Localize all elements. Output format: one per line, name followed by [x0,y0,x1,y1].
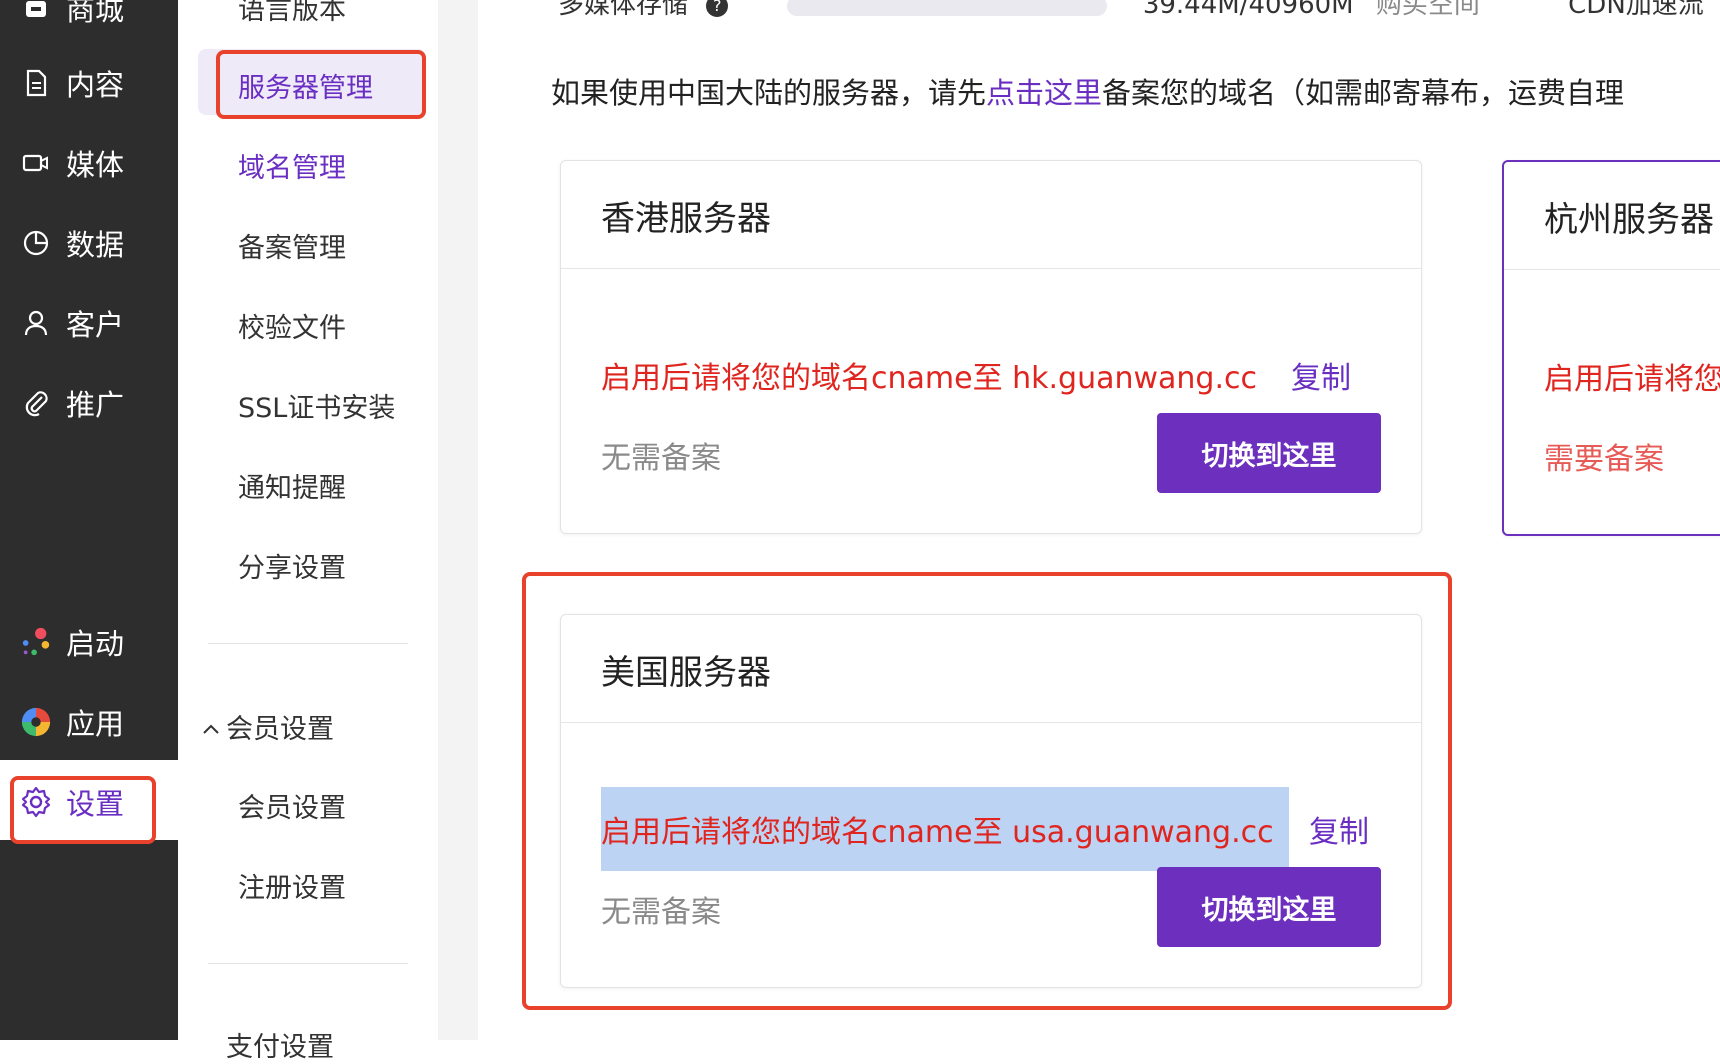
nav-item-customer[interactable]: 客户 [0,293,178,353]
nav-label: 设置 [66,787,125,821]
server-card-hongkong: 香港服务器 启用后请将您的域名cname至 hk.guanwang.cc 复制 … [560,160,1422,534]
filing-status: 无需备案 [601,895,721,930]
settings-submenu: 语言版本 服务器管理 域名管理 备案管理 校验文件 SSL证书安装 通知提醒 分… [178,0,438,1063]
menu-item-icp-filing[interactable]: 备案管理 [238,226,346,265]
nav-label: 推广 [66,388,125,422]
group-label: 支付设置 [226,1032,334,1063]
nav-item-promotion[interactable]: 推广 [0,373,178,433]
cdn-label: CDN加速流 [1568,0,1704,20]
cname-instruction: 启用后请将您的域名cname至 hk.guanwang.cc [601,361,1257,396]
menu-item-notifications[interactable]: 通知提醒 [238,466,346,505]
notice-text: 备案您的域名（如需邮寄幕布，运费自理 [1102,76,1625,110]
paperclip-icon [20,387,52,419]
group-label: 会员设置 [226,714,334,745]
menu-item-member-settings[interactable]: 会员设置 [238,786,346,825]
nav-label: 内容 [66,68,125,102]
payment-settings-group-toggle[interactable]: 支付设置 [202,1025,334,1064]
card-title: 香港服务器 [601,199,771,239]
nav-item-apps[interactable]: 应用 [0,692,178,752]
main-nav: 商城 内容 媒体 数据 客户 推广 启动 应用 设置 [0,0,178,1040]
nav-label: 应用 [66,707,125,741]
nav-item-launch[interactable]: 启动 [0,612,178,672]
card-title: 美国服务器 [601,653,771,693]
shop-icon [20,0,52,24]
pie-chart-icon [20,227,52,259]
storage-summary-row: 多媒体存储 ? 39.44M/40960M 购买空间 CDN加速流 [558,0,1704,21]
icp-filing-link[interactable]: 点击这里 [986,76,1102,110]
document-icon [20,67,52,99]
storage-label: 多媒体存储 [558,0,689,20]
nav-label: 商城 [66,0,125,27]
gear-icon [20,786,52,818]
card-divider [561,268,1421,269]
nav-label: 客户 [66,308,125,342]
copy-button[interactable]: 复制 [1309,807,1369,851]
video-icon [20,147,52,179]
menu-item-language[interactable]: 语言版本 [238,0,346,27]
nav-label: 媒体 [66,148,125,182]
nav-item-settings[interactable]: 设置 [0,772,178,832]
notice-text: 如果使用中国大陆的服务器，请先 [551,76,987,110]
icp-notice: 如果使用中国大陆的服务器，请先点击这里备案您的域名（如需邮寄幕布，运费自理 [551,70,1624,112]
storage-progress-bar [786,0,1107,16]
user-icon [20,307,52,339]
menu-item-share-settings[interactable]: 分享设置 [238,546,346,585]
menu-item-verification-file[interactable]: 校验文件 [238,306,346,345]
cname-instruction: 启用后请将您的域名cname至 usa.guanwang.cc [601,787,1289,871]
help-icon[interactable]: ? [706,0,729,17]
nav-item-shop[interactable]: 商城 [0,0,178,38]
dots-launch-icon [20,626,52,658]
content-gutter [438,0,478,1040]
menu-item-domain-management[interactable]: 域名管理 [238,146,346,185]
nav-item-media[interactable]: 媒体 [0,133,178,193]
menu-divider [208,643,408,644]
card-title: 杭州服务器 [1544,200,1714,240]
storage-usage: 39.44M/40960M [1142,0,1354,20]
nav-label: 数据 [66,228,125,262]
nav-label: 启动 [66,627,125,661]
chevron-up-icon [202,711,220,742]
menu-item-registration-settings[interactable]: 注册设置 [238,866,346,905]
menu-item-ssl-install[interactable]: SSL证书安装 [238,386,395,425]
card-divider [1504,269,1720,270]
filing-status: 需要备案 [1544,442,1664,477]
buy-space-link[interactable]: 购买空间 [1376,0,1480,20]
main-content: 多媒体存储 ? 39.44M/40960M 购买空间 CDN加速流 如果使用中国… [478,0,1720,1040]
copy-button[interactable]: 复制 [1291,353,1351,397]
filing-status: 无需备案 [601,441,721,476]
apps-wheel-icon [20,706,52,738]
nav-item-data[interactable]: 数据 [0,213,178,273]
menu-item-server-management[interactable]: 服务器管理 [238,66,373,105]
switch-server-button[interactable]: 切换到这里 [1157,413,1381,493]
switch-server-button[interactable]: 切换到这里 [1157,867,1381,947]
card-divider [561,722,1421,723]
menu-divider [208,963,408,964]
nav-item-content[interactable]: 内容 [0,53,178,113]
server-card-usa: 美国服务器 启用后请将您的域名cname至 usa.guanwang.cc 复制… [560,614,1422,988]
server-card-hangzhou: 杭州服务器 启用后请将您 需要备案 [1502,160,1720,536]
member-settings-group-toggle[interactable]: 会员设置 [202,707,334,746]
cname-instruction: 启用后请将您 [1544,362,1720,397]
